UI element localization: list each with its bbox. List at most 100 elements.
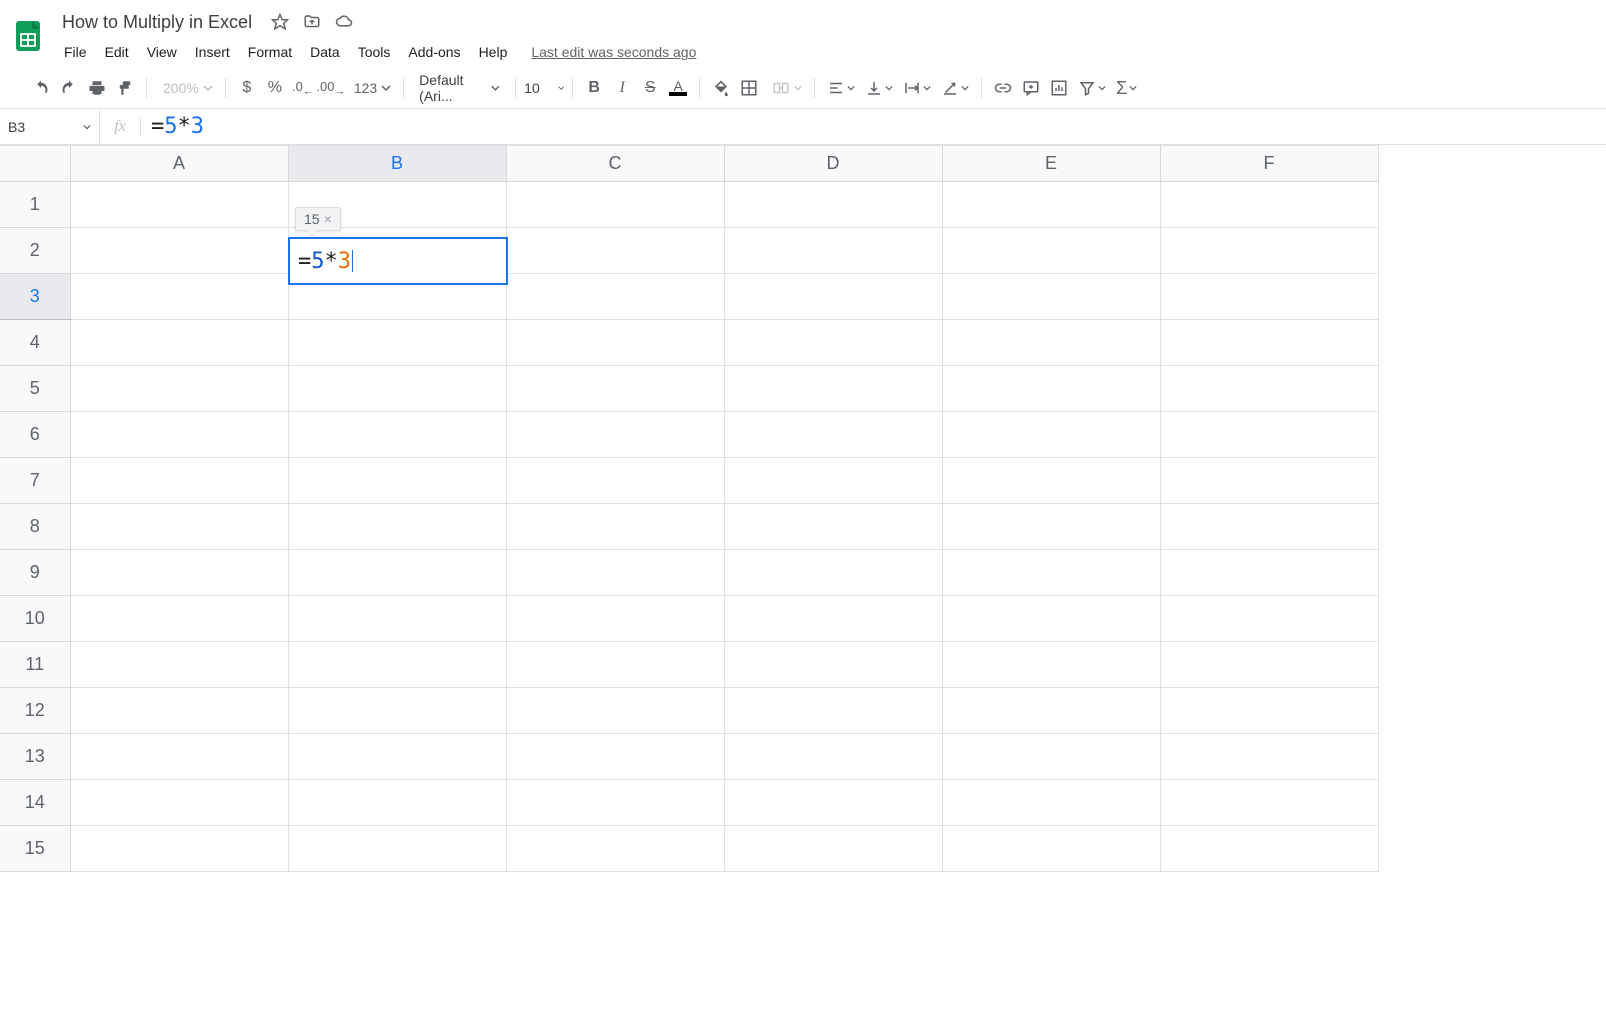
cell-A6[interactable] [70,412,288,458]
row-header-7[interactable]: 7 [0,458,70,504]
text-color-button[interactable]: A [665,75,691,101]
row-header-15[interactable]: 15 [0,826,70,872]
cell-A3[interactable] [70,274,288,320]
row-header-5[interactable]: 5 [0,366,70,412]
cell-C10[interactable] [506,596,724,642]
cell-F15[interactable] [1160,826,1378,872]
select-all-corner[interactable] [0,146,70,182]
cell-A13[interactable] [70,734,288,780]
row-header-9[interactable]: 9 [0,550,70,596]
cell-C3[interactable] [506,274,724,320]
menu-tools[interactable]: Tools [350,40,399,64]
paint-format-button[interactable] [112,75,138,101]
row-header-3[interactable]: 3 [0,274,70,320]
increase-decimal-button[interactable]: .00→ [318,75,344,101]
cell-F14[interactable] [1160,780,1378,826]
row-header-10[interactable]: 10 [0,596,70,642]
cell-E14[interactable] [942,780,1160,826]
cell-A14[interactable] [70,780,288,826]
column-header-E[interactable]: E [942,146,1160,182]
cell-F6[interactable] [1160,412,1378,458]
column-header-B[interactable]: B [288,146,506,182]
cell-D8[interactable] [724,504,942,550]
cell-E11[interactable] [942,642,1160,688]
font-family-dropdown[interactable]: Default (Ari... [412,71,507,105]
insert-chart-button[interactable] [1046,75,1072,101]
cell-B7[interactable] [288,458,506,504]
cell-C9[interactable] [506,550,724,596]
cell-E6[interactable] [942,412,1160,458]
cell-E8[interactable] [942,504,1160,550]
cell-E12[interactable] [942,688,1160,734]
text-wrap-dropdown[interactable] [899,79,935,97]
cell-F5[interactable] [1160,366,1378,412]
cell-B14[interactable] [288,780,506,826]
cell-E3[interactable] [942,274,1160,320]
filter-dropdown[interactable] [1074,79,1110,97]
row-header-12[interactable]: 12 [0,688,70,734]
cell-F1[interactable] [1160,182,1378,228]
redo-button[interactable] [56,75,82,101]
menu-file[interactable]: File [56,40,95,64]
cell-F10[interactable] [1160,596,1378,642]
cell-A7[interactable] [70,458,288,504]
menu-view[interactable]: View [139,40,185,64]
font-size-dropdown[interactable]: 10 [524,80,564,96]
cell-E7[interactable] [942,458,1160,504]
insert-link-button[interactable] [990,75,1016,101]
cell-D12[interactable] [724,688,942,734]
cell-E13[interactable] [942,734,1160,780]
text-rotation-dropdown[interactable] [937,79,973,97]
row-header-8[interactable]: 8 [0,504,70,550]
document-title[interactable]: How to Multiply in Excel [56,10,258,35]
cell-A1[interactable] [70,182,288,228]
format-currency-button[interactable]: $ [234,75,260,101]
cell-A11[interactable] [70,642,288,688]
cell-C11[interactable] [506,642,724,688]
decrease-decimal-button[interactable]: .0← [290,75,316,101]
cell-C13[interactable] [506,734,724,780]
name-box[interactable]: B3 [0,109,100,144]
menu-help[interactable]: Help [471,40,516,64]
cell-B6[interactable] [288,412,506,458]
cell-D7[interactable] [724,458,942,504]
menu-edit[interactable]: Edit [97,40,137,64]
cell-F9[interactable] [1160,550,1378,596]
menu-format[interactable]: Format [240,40,300,64]
row-header-11[interactable]: 11 [0,642,70,688]
cell-C4[interactable] [506,320,724,366]
cell-F8[interactable] [1160,504,1378,550]
cell-F12[interactable] [1160,688,1378,734]
insert-comment-button[interactable] [1018,75,1044,101]
cell-C8[interactable] [506,504,724,550]
borders-button[interactable] [736,75,762,101]
cell-A8[interactable] [70,504,288,550]
cell-D9[interactable] [724,550,942,596]
cell-C5[interactable] [506,366,724,412]
print-button[interactable] [84,75,110,101]
cell-B10[interactable] [288,596,506,642]
cell-E9[interactable] [942,550,1160,596]
fill-color-button[interactable] [708,75,734,101]
cloud-status-icon[interactable] [334,12,354,32]
cell-D14[interactable] [724,780,942,826]
row-header-14[interactable]: 14 [0,780,70,826]
cell-D10[interactable] [724,596,942,642]
column-header-A[interactable]: A [70,146,288,182]
cell-D1[interactable] [724,182,942,228]
cell-D3[interactable] [724,274,942,320]
cell-A15[interactable] [70,826,288,872]
row-header-1[interactable]: 1 [0,182,70,228]
cell-C12[interactable] [506,688,724,734]
cell-A5[interactable] [70,366,288,412]
italic-button[interactable]: I [609,75,635,101]
functions-dropdown[interactable]: Σ [1112,78,1141,99]
cell-F11[interactable] [1160,642,1378,688]
cell-E10[interactable] [942,596,1160,642]
row-header-13[interactable]: 13 [0,734,70,780]
cell-F13[interactable] [1160,734,1378,780]
format-percent-button[interactable]: % [262,75,288,101]
cell-A2[interactable] [70,228,288,274]
formula-bar[interactable]: =5*3 [141,114,1606,139]
spreadsheet-grid[interactable]: ABCDEF123456789101112131415 15× =5*3 [0,145,1606,872]
